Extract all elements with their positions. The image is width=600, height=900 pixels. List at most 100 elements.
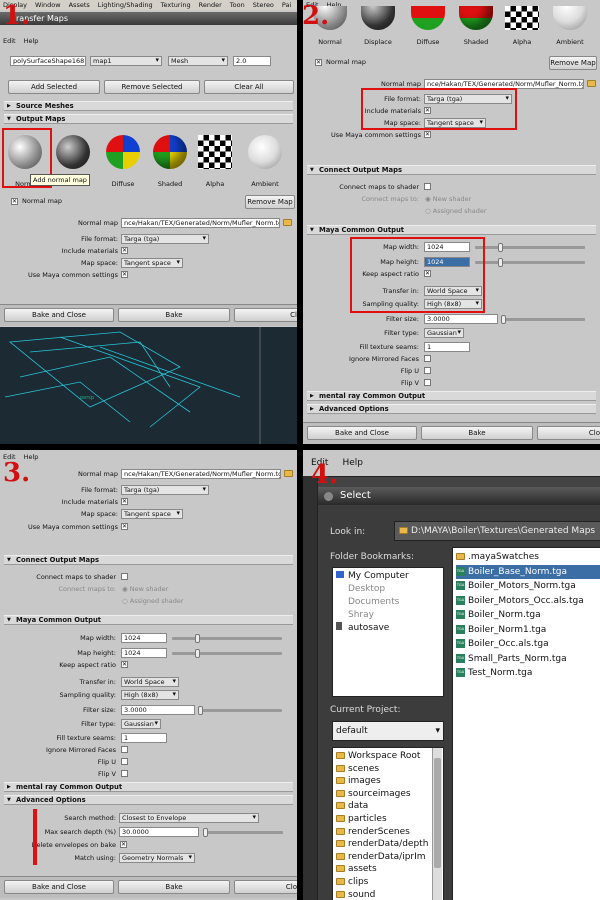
remove-map-button[interactable]: Remove Map bbox=[245, 195, 295, 209]
file-item[interactable]: TGA Boiler_Norm1.tga bbox=[456, 623, 600, 638]
project-folder-item[interactable]: renderData/depth bbox=[336, 838, 440, 851]
look-in-path-dropdown[interactable]: D:\MAYA\Boiler\Textures\Generated Maps bbox=[394, 521, 600, 541]
new-shader-radio[interactable]: ◉ New shader bbox=[425, 195, 471, 203]
include-materials-checkbox[interactable]: ✕ bbox=[121, 247, 128, 254]
flip-v-checkbox[interactable] bbox=[121, 770, 128, 777]
ambient-map-thumb-icon[interactable] bbox=[248, 135, 282, 169]
project-folders-scrollbar[interactable] bbox=[432, 748, 442, 900]
map-width-slider[interactable] bbox=[172, 634, 282, 643]
section-mental-ray[interactable]: mental ray Common Output bbox=[4, 782, 293, 792]
bookmark-my-computer[interactable]: My Computer bbox=[336, 570, 440, 583]
displace-map-thumb-icon[interactable] bbox=[56, 135, 90, 169]
menu-help[interactable]: Help bbox=[24, 37, 39, 45]
normal-map-path-field[interactable]: nce/Hakan/TEX/Generated/Norm/Mufler_Norm… bbox=[121, 218, 280, 228]
map-height-slider[interactable] bbox=[475, 258, 585, 267]
menu-lighting-shading[interactable]: Lighting/Shading bbox=[98, 1, 153, 9]
use-common-checkbox[interactable]: ✕ bbox=[121, 523, 128, 530]
bookmarks-list[interactable]: My Computer Desktop Documents Shray auto… bbox=[332, 567, 444, 697]
flip-u-checkbox[interactable] bbox=[424, 367, 431, 374]
project-folders-list[interactable]: Workspace Root scenes images sourceimages da… bbox=[332, 747, 444, 900]
section-maya-common-output[interactable]: Maya Common Output bbox=[307, 225, 596, 235]
project-folder-item[interactable]: assets bbox=[336, 863, 440, 876]
project-folder-item[interactable]: clips bbox=[336, 876, 440, 889]
include-materials-checkbox[interactable]: ✕ bbox=[121, 498, 128, 505]
file-format-dropdown[interactable]: Targa (tga) bbox=[121, 234, 209, 244]
file-item[interactable]: TGA Boiler_Norm.tga bbox=[456, 608, 600, 623]
bookmark-autosave[interactable]: autosave bbox=[336, 622, 440, 635]
file-item[interactable]: TGA Boiler_Occ.als.tga bbox=[456, 637, 600, 652]
target-mesh-field[interactable]: polySurfaceShape168 bbox=[10, 56, 86, 66]
project-folder-item[interactable]: renderScenes bbox=[336, 826, 440, 839]
bake-button[interactable]: Bake bbox=[118, 880, 230, 894]
alpha-map-thumb-icon[interactable] bbox=[505, 6, 539, 30]
alpha-map-thumb-icon[interactable] bbox=[198, 135, 232, 169]
project-folder-item[interactable]: scenes bbox=[336, 763, 440, 776]
match-using-dropdown[interactable]: Geometry Normals bbox=[119, 853, 195, 863]
map-height-slider[interactable] bbox=[172, 649, 282, 658]
bookmark-documents[interactable]: Documents bbox=[336, 596, 440, 609]
ignore-mirrored-checkbox[interactable] bbox=[121, 746, 128, 753]
file-format-dropdown[interactable]: Targa (tga) bbox=[121, 485, 209, 495]
remove-map-button[interactable]: Remove Map bbox=[549, 56, 597, 70]
file-item[interactable]: TGA Small_Parts_Norm.tga bbox=[456, 652, 600, 667]
browse-folder-icon[interactable] bbox=[284, 470, 293, 477]
section-connect-output-maps[interactable]: Connect Output Maps bbox=[4, 555, 293, 565]
menu-texturing[interactable]: Texturing bbox=[161, 1, 191, 9]
shaded-map-thumb-icon[interactable] bbox=[153, 135, 187, 169]
section-mental-ray[interactable]: mental ray Common Output bbox=[307, 391, 596, 401]
file-item[interactable]: .mayaSwatches bbox=[456, 550, 600, 565]
flip-v-checkbox[interactable] bbox=[424, 379, 431, 386]
shaded-map-thumb-icon[interactable] bbox=[459, 6, 493, 30]
normal-map-enable-checkbox[interactable]: ✕ bbox=[11, 198, 18, 205]
bake-and-close-button[interactable]: Bake and Close bbox=[4, 308, 114, 322]
project-folder-item[interactable]: sourceimages bbox=[336, 788, 440, 801]
menu-render[interactable]: Render bbox=[199, 1, 222, 9]
normal-map-path-field[interactable]: nce/Hakan/TEX/Generated/Norm/Mufler_Norm… bbox=[121, 469, 281, 479]
browse-folder-icon[interactable] bbox=[283, 219, 292, 226]
menu-assets[interactable]: Assets bbox=[69, 1, 90, 9]
add-selected-button[interactable]: Add Selected bbox=[8, 80, 100, 94]
close-button[interactable]: Cl bbox=[234, 308, 297, 322]
map-width-field[interactable]: 1024 bbox=[121, 633, 167, 643]
displace-map-thumb-icon[interactable] bbox=[361, 6, 395, 30]
section-connect-output-maps[interactable]: Connect Output Maps bbox=[307, 165, 596, 175]
project-folder-item[interactable]: Workspace Root bbox=[336, 750, 440, 763]
section-output-maps[interactable]: Output Maps bbox=[4, 114, 293, 124]
file-list[interactable]: .mayaSwatches TGA Boiler_Base_Norm.tga TGA B… bbox=[452, 547, 600, 900]
section-maya-common-output[interactable]: Maya Common Output bbox=[4, 615, 293, 625]
assigned-shader-radio[interactable]: ○ Assigned shader bbox=[122, 597, 184, 605]
browse-folder-icon[interactable] bbox=[587, 80, 596, 87]
project-folder-item[interactable]: data bbox=[336, 800, 440, 813]
file-item[interactable]: TGA Test_Norm.tga bbox=[456, 666, 600, 681]
map-width-slider[interactable] bbox=[475, 243, 585, 252]
remove-selected-button[interactable]: Remove Selected bbox=[104, 80, 200, 94]
close-button[interactable]: Clo bbox=[234, 880, 297, 894]
project-folder-item[interactable]: images bbox=[336, 775, 440, 788]
file-item[interactable]: TGA Boiler_Motors_Occ.als.tga bbox=[456, 594, 600, 609]
sampling-quality-dropdown[interactable]: High (8x8) bbox=[121, 690, 179, 700]
ambient-map-thumb-icon[interactable] bbox=[553, 6, 587, 30]
max-search-depth-slider[interactable] bbox=[203, 828, 283, 837]
bake-button[interactable]: Bake bbox=[421, 426, 533, 440]
file-item[interactable]: TGA Boiler_Motors_Norm.tga bbox=[456, 579, 600, 594]
use-common-checkbox[interactable]: ✕ bbox=[424, 131, 431, 138]
display-dropdown[interactable]: Mesh bbox=[168, 56, 228, 66]
menu-edit[interactable]: Edit bbox=[3, 37, 16, 45]
section-source-meshes[interactable]: Source Meshes bbox=[4, 101, 293, 111]
max-search-depth-field[interactable]: 30.0000 bbox=[119, 827, 199, 837]
map-height-field[interactable]: 1024 bbox=[121, 648, 167, 658]
filter-size-slider[interactable] bbox=[198, 706, 282, 715]
filter-size-slider[interactable] bbox=[501, 315, 585, 324]
assigned-shader-radio[interactable]: ○ Assigned shader bbox=[425, 207, 487, 215]
bookmark-desktop[interactable]: Desktop bbox=[336, 583, 440, 596]
map-space-dropdown[interactable]: Tangent space bbox=[121, 509, 183, 519]
map-space-dropdown[interactable]: Tangent space bbox=[121, 258, 183, 268]
menu-window[interactable]: Window bbox=[35, 1, 61, 9]
current-project-dropdown[interactable]: default ▾ bbox=[332, 721, 444, 741]
connect-to-shader-checkbox[interactable] bbox=[121, 573, 128, 580]
project-folder-item[interactable]: particles bbox=[336, 813, 440, 826]
envelope-field[interactable]: 2.0 bbox=[233, 56, 271, 66]
transfer-in-dropdown[interactable]: World Space bbox=[121, 677, 179, 687]
section-advanced-options[interactable]: Advanced Options bbox=[4, 795, 293, 805]
menu-stereo[interactable]: Stereo bbox=[253, 1, 274, 9]
